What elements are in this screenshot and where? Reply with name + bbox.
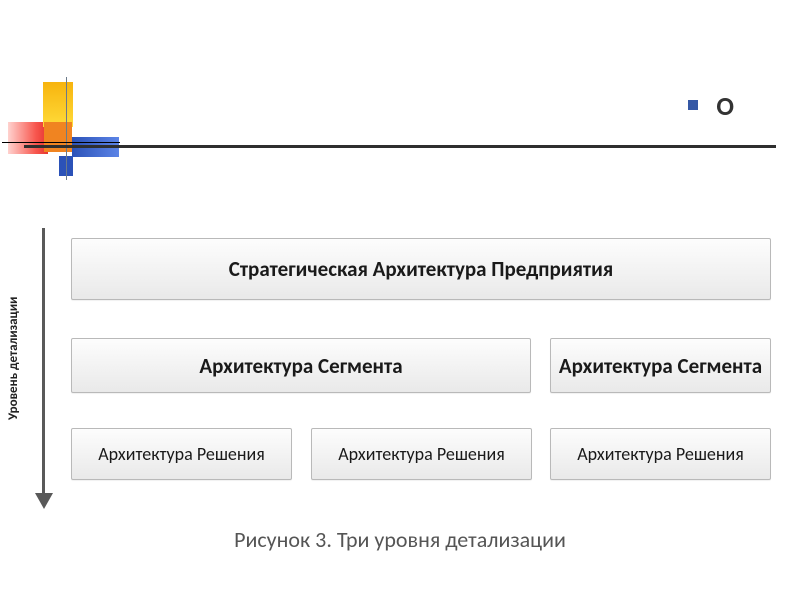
segment-architecture-box: Архитектура Сегмента [550, 338, 771, 393]
segment-architecture-box: Архитектура Сегмента [71, 338, 531, 393]
arrow-down-icon [35, 493, 53, 509]
abstract-logo [8, 82, 113, 182]
bullet-square-icon [688, 100, 698, 110]
arrow-line-icon [42, 228, 45, 498]
horizontal-rule [24, 145, 776, 148]
solution-architecture-box: Архитектура Решения [311, 428, 532, 480]
detail-level-axis: Уровень детализации [6, 228, 58, 518]
header-marker: O [716, 90, 734, 122]
diagram: Уровень детализации Стратегическая Архит… [0, 210, 800, 570]
y-axis-label: Уровень детализации [6, 228, 36, 488]
solution-architecture-box: Архитектура Решения [71, 428, 292, 480]
figure-caption: Рисунок 3. Три уровня детализации [0, 526, 800, 553]
strategic-architecture-box: Стратегическая Архитектура Предприятия [71, 238, 771, 300]
solution-architecture-box: Архитектура Решения [550, 428, 771, 480]
slide: O Уровень детализации Стратегическая Арх… [0, 0, 800, 600]
